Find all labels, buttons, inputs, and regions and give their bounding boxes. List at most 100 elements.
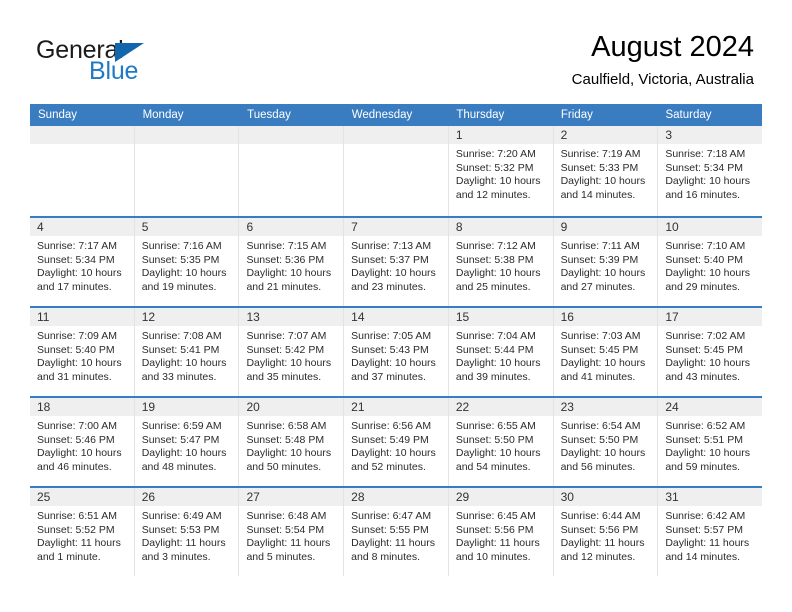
day-number: 4 [37,220,44,234]
daylight-text-line2: and 17 minutes. [37,280,112,293]
sunrise-text: Sunrise: 7:02 AM [665,330,746,342]
daylight-text-line1: Daylight: 10 hours [246,447,332,460]
calendar-day-cell[interactable]: 17 Sunrise: 7:02 AM Sunset: 5:45 PM Dayligh… [658,308,763,396]
calendar-day-cell[interactable]: 27 Sunrise: 6:48 AM Sunset: 5:54 PM Dayligh… [239,488,345,576]
calendar-day-cell[interactable]: 2 Sunrise: 7:19 AM Sunset: 5:33 PM Daylight… [553,126,659,216]
daylight-text-line1: Daylight: 11 hours [37,537,121,550]
calendar-day-cell-empty [30,126,135,216]
calendar-day-cell[interactable]: 4 Sunrise: 7:17 AM Sunset: 5:34 PM Daylight… [30,218,135,306]
calendar-day-cell[interactable]: 30 Sunrise: 6:44 AM Sunset: 5:56 PM Dayligh… [553,488,659,576]
calendar-day-cell[interactable]: 29 Sunrise: 6:45 AM Sunset: 5:56 PM Dayligh… [448,488,554,576]
day-number: 11 [37,310,50,324]
calendar-day-cell-empty [239,126,345,216]
day-info: Sunrise: 7:05 AM Sunset: 5:43 PM Daylight:… [344,326,448,384]
day-number-band: 30 [553,488,658,506]
daylight-text-line2: and 35 minutes. [246,370,322,383]
day-info: Sunrise: 6:44 AM Sunset: 5:56 PM Daylight:… [554,506,658,564]
calendar-day-cell[interactable]: 28 Sunrise: 6:47 AM Sunset: 5:55 PM Dayligh… [344,488,449,576]
daylight-text-line2: and 56 minutes. [560,460,636,473]
day-number-band: 28 [344,488,448,506]
calendar-day-cell[interactable]: 23 Sunrise: 6:54 AM Sunset: 5:50 PM Dayligh… [553,398,659,486]
day-number: 9 [560,220,568,234]
calendar-day-cell[interactable]: 19 Sunrise: 6:59 AM Sunset: 5:47 PM Dayligh… [134,398,240,486]
day-info: Sunrise: 7:18 AM Sunset: 5:34 PM Daylight:… [658,144,762,202]
day-info: Sunrise: 7:15 AM Sunset: 5:36 PM Daylight:… [239,236,343,294]
daylight-text-line1: Daylight: 10 hours [141,267,227,280]
sunset-text: Sunset: 5:36 PM [246,253,325,266]
calendar-day-cell[interactable]: 3 Sunrise: 7:18 AM Sunset: 5:34 PM Daylight… [658,126,763,216]
weekday-header-monday: Monday [142,109,184,121]
sunrise-text: Sunrise: 6:59 AM [141,420,222,432]
sunrise-text: Sunrise: 7:18 AM [665,148,746,160]
daylight-text-line1: Daylight: 10 hours [455,447,541,460]
daylight-text-line1: Daylight: 10 hours [246,357,332,370]
calendar-week-row: 25 Sunrise: 6:51 AM Sunset: 5:52 PM Dayligh… [30,486,763,576]
brand-logo[interactable]: General Blue [36,38,216,88]
day-info: Sunrise: 7:11 AM Sunset: 5:39 PM Daylight:… [554,236,658,294]
day-number: 8 [455,220,463,234]
day-number-band: 4 [30,218,134,236]
calendar-day-cell[interactable]: 6 Sunrise: 7:15 AM Sunset: 5:36 PM Daylight… [239,218,345,306]
calendar-day-cell[interactable]: 14 Sunrise: 7:05 AM Sunset: 5:43 PM Dayligh… [344,308,449,396]
daylight-text-line2: and 16 minutes. [665,188,741,201]
calendar-day-cell[interactable]: 13 Sunrise: 7:07 AM Sunset: 5:42 PM Dayligh… [239,308,345,396]
calendar-day-cell[interactable]: 11 Sunrise: 7:09 AM Sunset: 5:40 PM Dayligh… [30,308,135,396]
sunset-text: Sunset: 5:33 PM [560,161,639,174]
calendar-day-cell[interactable]: 31 Sunrise: 6:42 AM Sunset: 5:57 PM Dayligh… [658,488,763,576]
daylight-text-line2: and 10 minutes. [455,550,531,563]
page-title: August 2024 [591,31,754,63]
calendar-week-row: 11 Sunrise: 7:09 AM Sunset: 5:40 PM Dayligh… [30,306,763,396]
sunset-text: Sunset: 5:37 PM [351,253,429,266]
calendar-day-cell[interactable]: 21 Sunrise: 6:56 AM Sunset: 5:49 PM Dayligh… [344,398,449,486]
calendar-day-cell[interactable]: 26 Sunrise: 6:49 AM Sunset: 5:53 PM Dayligh… [134,488,240,576]
daylight-text-line2: and 39 minutes. [455,370,531,383]
calendar-day-cell[interactable]: 16 Sunrise: 7:03 AM Sunset: 5:45 PM Dayligh… [553,308,659,396]
day-number: 24 [665,400,679,414]
weekday-header-saturday: Saturday [665,109,712,121]
calendar-day-cell[interactable]: 24 Sunrise: 6:52 AM Sunset: 5:51 PM Dayligh… [658,398,763,486]
daylight-text-line1: Daylight: 10 hours [560,357,646,370]
calendar-day-cell[interactable]: 18 Sunrise: 7:00 AM Sunset: 5:46 PM Dayligh… [30,398,135,486]
day-info: Sunrise: 7:07 AM Sunset: 5:42 PM Daylight:… [239,326,343,384]
day-number: 20 [246,400,260,414]
sunrise-text: Sunrise: 7:13 AM [351,240,432,252]
day-number-band: 25 [30,488,134,506]
sunset-text: Sunset: 5:48 PM [246,433,325,446]
sunrise-text: Sunrise: 7:07 AM [246,330,327,342]
daylight-text-line1: Daylight: 10 hours [141,447,227,460]
calendar-day-cell[interactable]: 25 Sunrise: 6:51 AM Sunset: 5:52 PM Dayligh… [30,488,135,576]
calendar-day-cell[interactable]: 9 Sunrise: 7:11 AM Sunset: 5:39 PM Daylight… [553,218,659,306]
sunrise-text: Sunrise: 6:54 AM [560,420,641,432]
sunset-text: Sunset: 5:34 PM [37,253,115,266]
day-number: 28 [351,490,365,504]
calendar-day-cell[interactable]: 7 Sunrise: 7:13 AM Sunset: 5:37 PM Daylight… [344,218,449,306]
sunrise-text: Sunrise: 6:42 AM [665,510,746,522]
calendar-week-row: 1 Sunrise: 7:20 AM Sunset: 5:32 PM Daylight… [30,126,763,216]
sunrise-text: Sunrise: 7:17 AM [37,240,117,252]
calendar-day-cell[interactable]: 22 Sunrise: 6:55 AM Sunset: 5:50 PM Dayligh… [448,398,554,486]
calendar-day-cell[interactable]: 20 Sunrise: 6:58 AM Sunset: 5:48 PM Dayligh… [239,398,345,486]
sunrise-text: Sunrise: 7:19 AM [560,148,641,160]
day-number-band: 21 [344,398,448,416]
calendar-day-cell[interactable]: 1 Sunrise: 7:20 AM Sunset: 5:32 PM Daylight… [448,126,554,216]
calendar-day-cell[interactable]: 10 Sunrise: 7:10 AM Sunset: 5:40 PM Dayligh… [658,218,763,306]
weekday-header-sunday: Sunday [38,109,78,121]
day-number-band: 9 [553,218,658,236]
brand-name-blue: Blue [89,57,139,85]
calendar-day-cell[interactable]: 15 Sunrise: 7:04 AM Sunset: 5:44 PM Dayligh… [448,308,554,396]
day-number-band: 29 [448,488,553,506]
calendar-day-cell[interactable]: 5 Sunrise: 7:16 AM Sunset: 5:35 PM Daylight… [134,218,240,306]
day-number-band: 27 [239,488,344,506]
daylight-text-line2: and 50 minutes. [246,460,322,473]
calendar-day-cell[interactable]: 12 Sunrise: 7:08 AM Sunset: 5:41 PM Dayligh… [134,308,240,396]
daylight-text-line1: Daylight: 11 hours [455,537,540,550]
day-info: Sunrise: 6:48 AM Sunset: 5:54 PM Daylight:… [239,506,343,564]
daylight-text-line1: Daylight: 10 hours [455,357,541,370]
calendar-day-cell[interactable]: 8 Sunrise: 7:12 AM Sunset: 5:38 PM Daylight… [448,218,554,306]
day-number-band: 26 [134,488,239,506]
daylight-text-line1: Daylight: 10 hours [351,267,436,280]
daylight-text-line1: Daylight: 10 hours [560,267,646,280]
daylight-text-line2: and 41 minutes. [560,370,636,383]
sunset-text: Sunset: 5:41 PM [141,343,220,356]
day-number: 18 [37,400,51,414]
